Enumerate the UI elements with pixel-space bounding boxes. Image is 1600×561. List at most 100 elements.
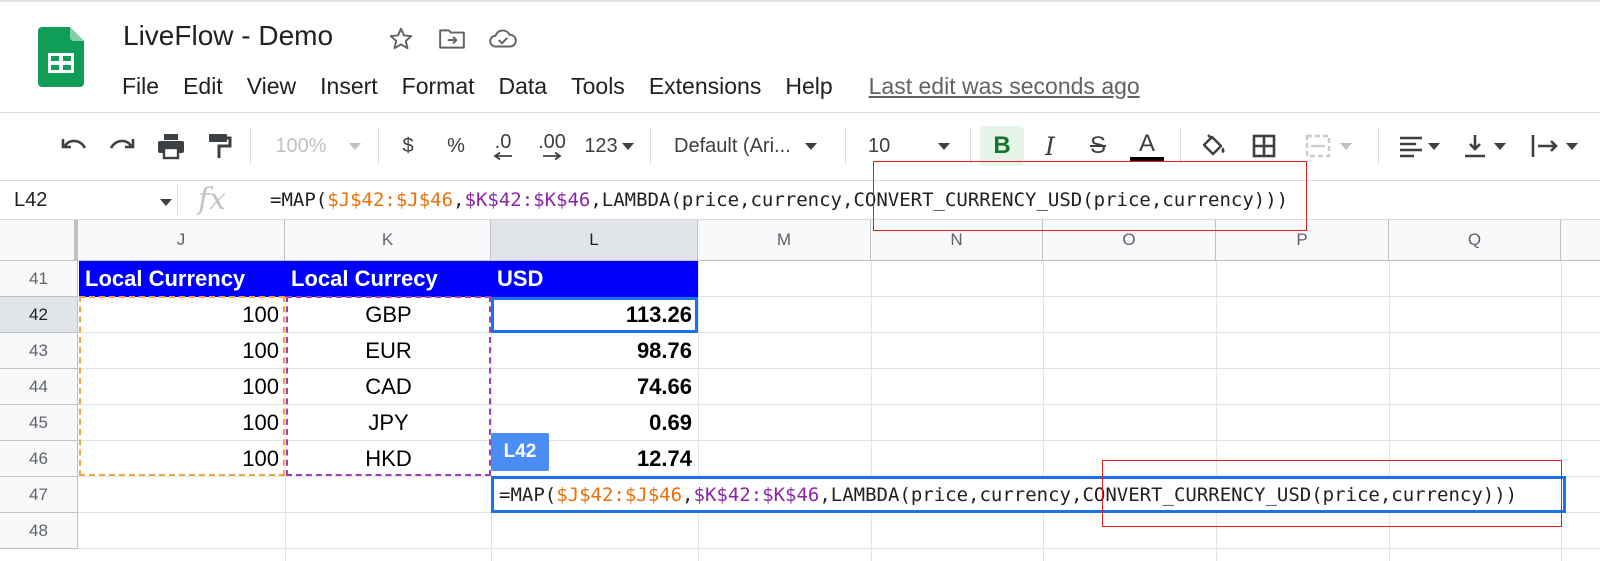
column-header-l[interactable]: L (491, 220, 698, 260)
column-header-k[interactable]: K (285, 220, 491, 260)
toolbar-separator (1180, 128, 1181, 164)
gridline (698, 261, 699, 561)
italic-button[interactable]: I (1032, 126, 1068, 166)
range-highlight-j42-j46 (79, 296, 285, 476)
format-currency-button[interactable]: $ (392, 126, 424, 166)
chevron-down-icon (938, 142, 951, 150)
row-header-46[interactable]: 46 (0, 441, 78, 477)
column-header-m[interactable]: M (698, 220, 871, 260)
fx-icon: fx (198, 182, 227, 217)
range-highlight-k42-k46 (286, 296, 491, 476)
menu-format[interactable]: Format (402, 73, 475, 100)
increase-decimal-label: .00 (538, 131, 566, 153)
horizontal-align-button[interactable] (1392, 126, 1446, 166)
menu-edit[interactable]: Edit (183, 73, 223, 100)
arrow-left-icon (493, 152, 512, 160)
text-color-glyph: A (1138, 130, 1155, 157)
cell-l44[interactable]: 74.66 (491, 369, 698, 405)
formula-part: , (453, 189, 465, 211)
merge-cells-button[interactable] (1296, 126, 1360, 166)
redo-icon[interactable] (104, 126, 140, 166)
menu-tools[interactable]: Tools (571, 73, 625, 100)
row-header-44[interactable]: 44 (0, 369, 78, 405)
menu-data[interactable]: Data (499, 73, 548, 100)
zoom-select[interactable]: 100% (268, 126, 368, 166)
active-cell-selection[interactable] (491, 297, 698, 333)
annotation-box-formula-bar (873, 161, 1307, 231)
formula-range-k: $K$42:$K$46 (693, 483, 820, 506)
formula-part: , (682, 483, 694, 506)
toolbar: 100% $ % .0 .00 123 Default (Ari... 10 B… (0, 120, 1600, 172)
toolbar-separator (650, 128, 651, 164)
formula-range-j: $J$42:$J$46 (556, 483, 683, 506)
font-size-value: 10 (868, 134, 891, 157)
vertical-align-button[interactable] (1456, 126, 1512, 166)
formula-part: =MAP( (270, 189, 328, 211)
chevron-down-icon (1340, 142, 1352, 150)
gridline (1043, 261, 1044, 561)
window-top-border (0, 0, 1600, 2)
formula-range-k: $K$42:$K$46 (464, 189, 591, 211)
editing-cell-tag: L42 (491, 433, 549, 471)
text-color-button[interactable]: A (1128, 126, 1166, 166)
cell-l41[interactable]: USD (491, 261, 698, 297)
bold-button[interactable]: B (980, 126, 1024, 166)
fill-color-icon[interactable] (1196, 126, 1232, 166)
formula-part: =MAP( (499, 483, 557, 506)
font-size-select[interactable]: 10 (868, 126, 962, 166)
row-header-41[interactable]: 41 (0, 261, 78, 297)
align-bottom-icon (1465, 135, 1485, 158)
chevron-down-icon (1566, 142, 1578, 150)
row-header-48[interactable]: 48 (0, 513, 78, 549)
decrease-decimal-button[interactable]: .0 (484, 126, 522, 166)
column-header-j[interactable]: J (78, 220, 285, 260)
undo-icon[interactable] (56, 126, 92, 166)
menu-file[interactable]: File (122, 73, 159, 100)
more-formats-button[interactable]: 123 (580, 126, 638, 166)
arrow-right-icon (543, 152, 562, 160)
text-wrapping-button[interactable] (1524, 126, 1584, 166)
select-all-corner[interactable] (0, 220, 78, 260)
formula-range-j: $J$42:$J$46 (327, 189, 454, 211)
last-edit-link[interactable]: Last edit was seconds ago (869, 73, 1140, 100)
column-header-q[interactable]: Q (1389, 220, 1561, 260)
row-header-43[interactable]: 43 (0, 333, 78, 369)
chevron-down-icon (348, 142, 361, 150)
move-to-folder-icon[interactable] (437, 24, 467, 54)
header-divider (0, 112, 1600, 113)
menu-help[interactable]: Help (785, 73, 832, 100)
paint-format-icon[interactable] (202, 126, 236, 166)
row-header-42[interactable]: 42 (0, 297, 78, 333)
strikethrough-button[interactable]: S (1080, 126, 1116, 166)
menu-insert[interactable]: Insert (320, 73, 378, 100)
cell-k41[interactable]: Local Currecy (285, 261, 491, 297)
cell-l43[interactable]: 98.76 (491, 333, 698, 369)
name-box[interactable]: L42 (14, 189, 47, 212)
chevron-down-icon[interactable] (160, 199, 172, 206)
chevron-down-icon (1494, 142, 1506, 150)
font-family-select[interactable]: Default (Ari... (674, 126, 834, 166)
more-formats-label: 123 (584, 134, 618, 157)
row-header-47[interactable]: 47 (0, 477, 78, 513)
chevron-down-icon (1428, 142, 1440, 150)
toolbar-separator (1378, 128, 1379, 164)
print-icon[interactable] (152, 126, 190, 166)
font-family-value: Default (Ari... (674, 134, 791, 157)
format-percent-button[interactable]: % (440, 126, 472, 166)
borders-icon[interactable] (1246, 126, 1282, 166)
chevron-down-icon (804, 142, 817, 150)
cloud-status-icon[interactable] (488, 24, 518, 54)
gridline (871, 261, 872, 561)
menu-bar: File Edit View Insert Format Data Tools … (122, 70, 1140, 102)
zoom-value: 100% (275, 134, 327, 157)
row-header-45[interactable]: 45 (0, 405, 78, 441)
cell-j41[interactable]: Local Currency (79, 261, 285, 297)
menu-extensions[interactable]: Extensions (649, 73, 762, 100)
star-icon[interactable] (386, 24, 416, 54)
increase-decimal-button[interactable]: .00 (532, 126, 572, 166)
chevron-down-icon (621, 142, 634, 150)
menu-view[interactable]: View (247, 73, 296, 100)
document-title[interactable]: LiveFlow - Demo (123, 20, 333, 52)
align-left-icon (1400, 136, 1422, 158)
sheets-logo-icon[interactable] (38, 27, 84, 87)
